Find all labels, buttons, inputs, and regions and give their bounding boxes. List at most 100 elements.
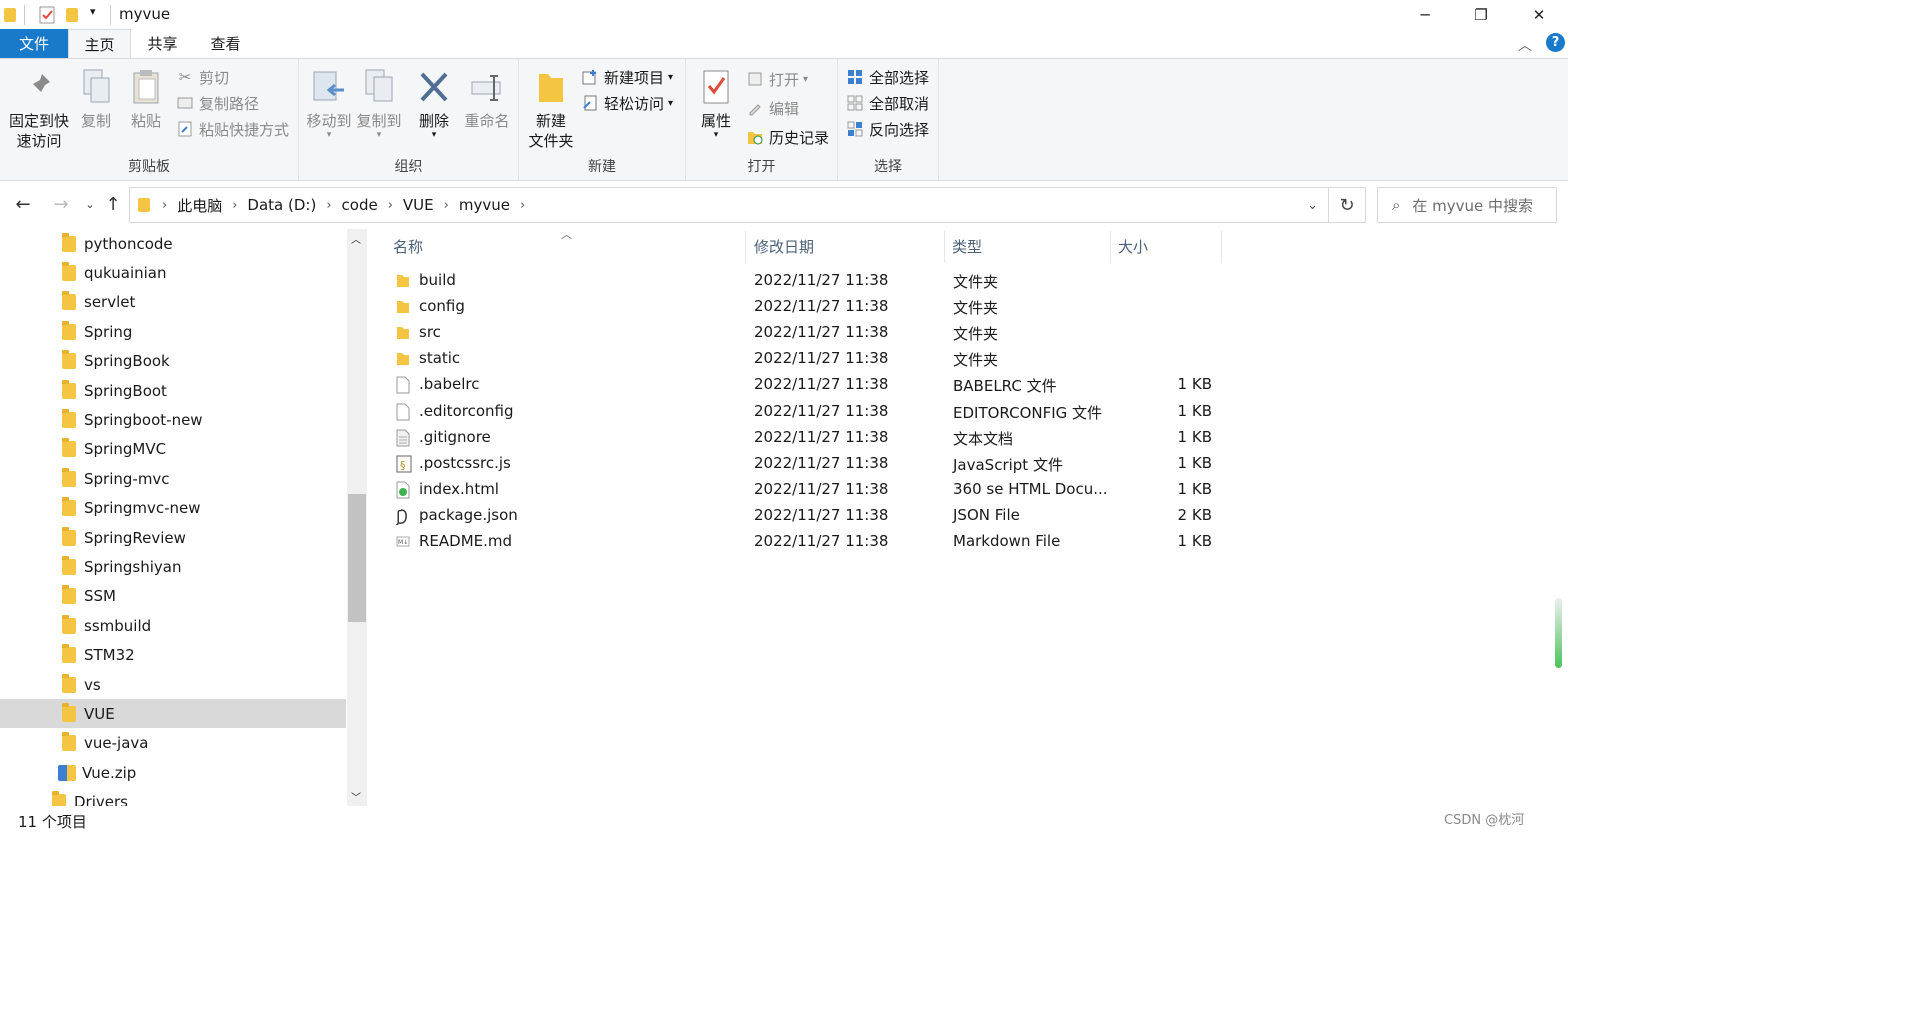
scroll-up-icon[interactable]: ︿ [351,231,361,246]
breadcrumb-separator[interactable]: › [384,198,397,213]
pin-to-quick-access-button[interactable]: 固定到快 速访问 [6,67,72,151]
tab-home[interactable]: 主页 [68,29,131,58]
open-group-title: 打开 [747,159,776,175]
properties-quick-icon[interactable] [38,5,56,25]
nav-item[interactable]: Spring [0,317,346,346]
nav-item[interactable]: Springshiyan [0,552,346,581]
nav-item[interactable]: VUE [0,699,346,729]
address-history-chevron-icon[interactable]: ⌄ [1307,198,1318,213]
nav-item[interactable]: pythoncode [0,229,346,258]
nav-item[interactable]: vs [0,670,346,699]
breadcrumb-this-pc[interactable]: 此电脑 [171,195,228,216]
forward-arrow-icon[interactable]: → [47,189,75,219]
nav-item[interactable]: Drivers [0,788,346,806]
markdown-file-icon: M↓ [396,533,412,551]
breadcrumb-separator[interactable]: › [228,198,241,213]
tab-file[interactable]: 文件 [0,29,68,58]
nav-item[interactable]: SpringBoot [0,376,346,405]
column-header-date[interactable]: 修改日期 [754,229,814,263]
cut-button[interactable]: ✂ 剪切 [176,65,229,89]
nav-item[interactable]: Spring-mvc [0,464,346,493]
file-row[interactable]: index.html 2022/11/27 11:38 360 se HTML Do… [390,477,1490,503]
column-header-type[interactable]: 类型 [952,229,982,263]
close-button[interactable]: ✕ [1510,0,1568,29]
new-item-icon [581,68,599,86]
delete-button[interactable]: 删除 ▾ [417,67,451,140]
back-arrow-icon[interactable]: ← [9,189,37,219]
nav-item[interactable]: servlet [0,288,346,317]
file-row[interactable]: config 2022/11/27 11:38 文件夹 [390,294,1490,320]
breadcrumb-vue[interactable]: VUE [397,196,440,214]
file-row[interactable]: .editorconfig 2022/11/27 11:38 EDITORCONFI… [390,399,1490,425]
file-row[interactable]: build 2022/11/27 11:38 文件夹 [390,268,1490,294]
properties-button[interactable]: 属性 ▾ [696,67,736,140]
tab-view[interactable]: 查看 [194,29,257,58]
file-row[interactable]: .gitignore 2022/11/27 11:38 文本文档 1 KB [390,425,1490,451]
select-none-button[interactable]: 全部取消 [846,91,929,115]
navigation-scrollbar-thumb[interactable] [348,494,366,622]
tab-share[interactable]: 共享 [131,29,194,58]
scissors-icon: ✂ [178,68,192,86]
edit-button[interactable]: 编辑 [746,96,799,120]
search-input[interactable]: ⌕ 在 myvue 中搜索 [1377,187,1557,223]
nav-item[interactable]: Springmvc-new [0,494,346,523]
maximize-button[interactable]: ❐ [1452,0,1510,29]
breadcrumb-separator[interactable]: › [516,198,529,213]
move-to-button[interactable]: 移动到 ▾ [305,67,353,140]
nav-item-label: SSM [84,587,116,606]
breadcrumb-separator[interactable]: › [440,198,453,213]
nav-item[interactable]: ssmbuild [0,611,346,640]
scroll-down-icon[interactable]: ﹀ [351,789,361,804]
minimize-button[interactable]: ─ [1396,0,1454,29]
nav-item[interactable]: qukuainian [0,258,346,287]
address-path[interactable]: › 此电脑 › Data (D:) › code › VUE › myvue ›… [129,187,1329,223]
file-date: 2022/11/27 11:38 [754,532,889,550]
breadcrumb-separator[interactable]: › [322,198,335,213]
breadcrumb-separator[interactable]: › [158,198,171,213]
new-folder-quick-icon[interactable] [66,5,78,25]
breadcrumb-myvue[interactable]: myvue [453,196,516,214]
nav-item[interactable]: SpringReview [0,523,346,552]
nav-item-label: vue-java [84,734,149,753]
file-row[interactable]: src 2022/11/27 11:38 文件夹 [390,320,1490,346]
file-row[interactable]: .babelrc 2022/11/27 11:38 BABELRC 文件 1 KB [390,372,1490,398]
new-item-button[interactable]: 新建项目 ▾ [581,65,673,89]
help-icon[interactable]: ? [1546,33,1565,52]
up-arrow-icon[interactable]: ↑ [99,189,127,219]
select-all-button[interactable]: 全部选择 [846,65,929,89]
customize-quick-access-icon[interactable]: ▾ [90,5,102,25]
rename-button[interactable]: 重命名 [463,67,511,131]
file-row[interactable]: M↓ README.md 2022/11/27 11:38 Markdown File… [390,529,1490,555]
nav-item[interactable]: vue-java [0,729,346,758]
nav-item-label: qukuainian [84,263,167,282]
nav-item[interactable]: STM32 [0,641,346,670]
file-row[interactable]: ʃ package.json 2022/11/27 11:38 JSON File 2 … [390,503,1490,529]
column-header-name[interactable]: 名称 [393,229,423,263]
copy-path-button[interactable]: 复制路径 [176,91,259,115]
paste-shortcut-button[interactable]: 粘贴快捷方式 [176,117,289,141]
refresh-icon[interactable]: ↻ [1329,187,1366,223]
nav-item-label: Spring [84,322,133,341]
nav-item[interactable]: Vue.zip [0,758,346,787]
folder-icon [62,732,76,752]
paste-button[interactable]: 粘贴 [126,67,166,131]
invert-selection-button[interactable]: 反向选择 [846,117,929,141]
copy-button[interactable]: 复制 [76,67,116,131]
collapse-ribbon-icon[interactable]: ︿ [1518,35,1532,55]
open-button[interactable]: 打开 ▾ [746,67,808,91]
nav-item[interactable]: Springboot-new [0,405,346,434]
nav-item[interactable]: SpringMVC [0,435,346,464]
easy-access-button[interactable]: 轻松访问 ▾ [581,91,673,115]
breadcrumb-data-drive[interactable]: Data (D:) [241,196,322,214]
file-row[interactable]: static 2022/11/27 11:38 文件夹 [390,346,1490,372]
file-row[interactable]: § .postcssrc.js 2022/11/27 11:38 JavaScript… [390,451,1490,477]
new-folder-button[interactable]: 新建 文件夹 [525,67,577,151]
copy-to-button[interactable]: 复制到 ▾ [355,67,403,140]
history-button[interactable]: 历史记录 [746,125,829,149]
nav-item-label: VUE [84,704,115,723]
breadcrumb-code[interactable]: code [336,196,384,214]
nav-item[interactable]: SpringBook [0,347,346,376]
copy-to-icon [362,67,396,107]
column-header-size[interactable]: 大小 [1118,229,1148,263]
nav-item[interactable]: SSM [0,582,346,611]
